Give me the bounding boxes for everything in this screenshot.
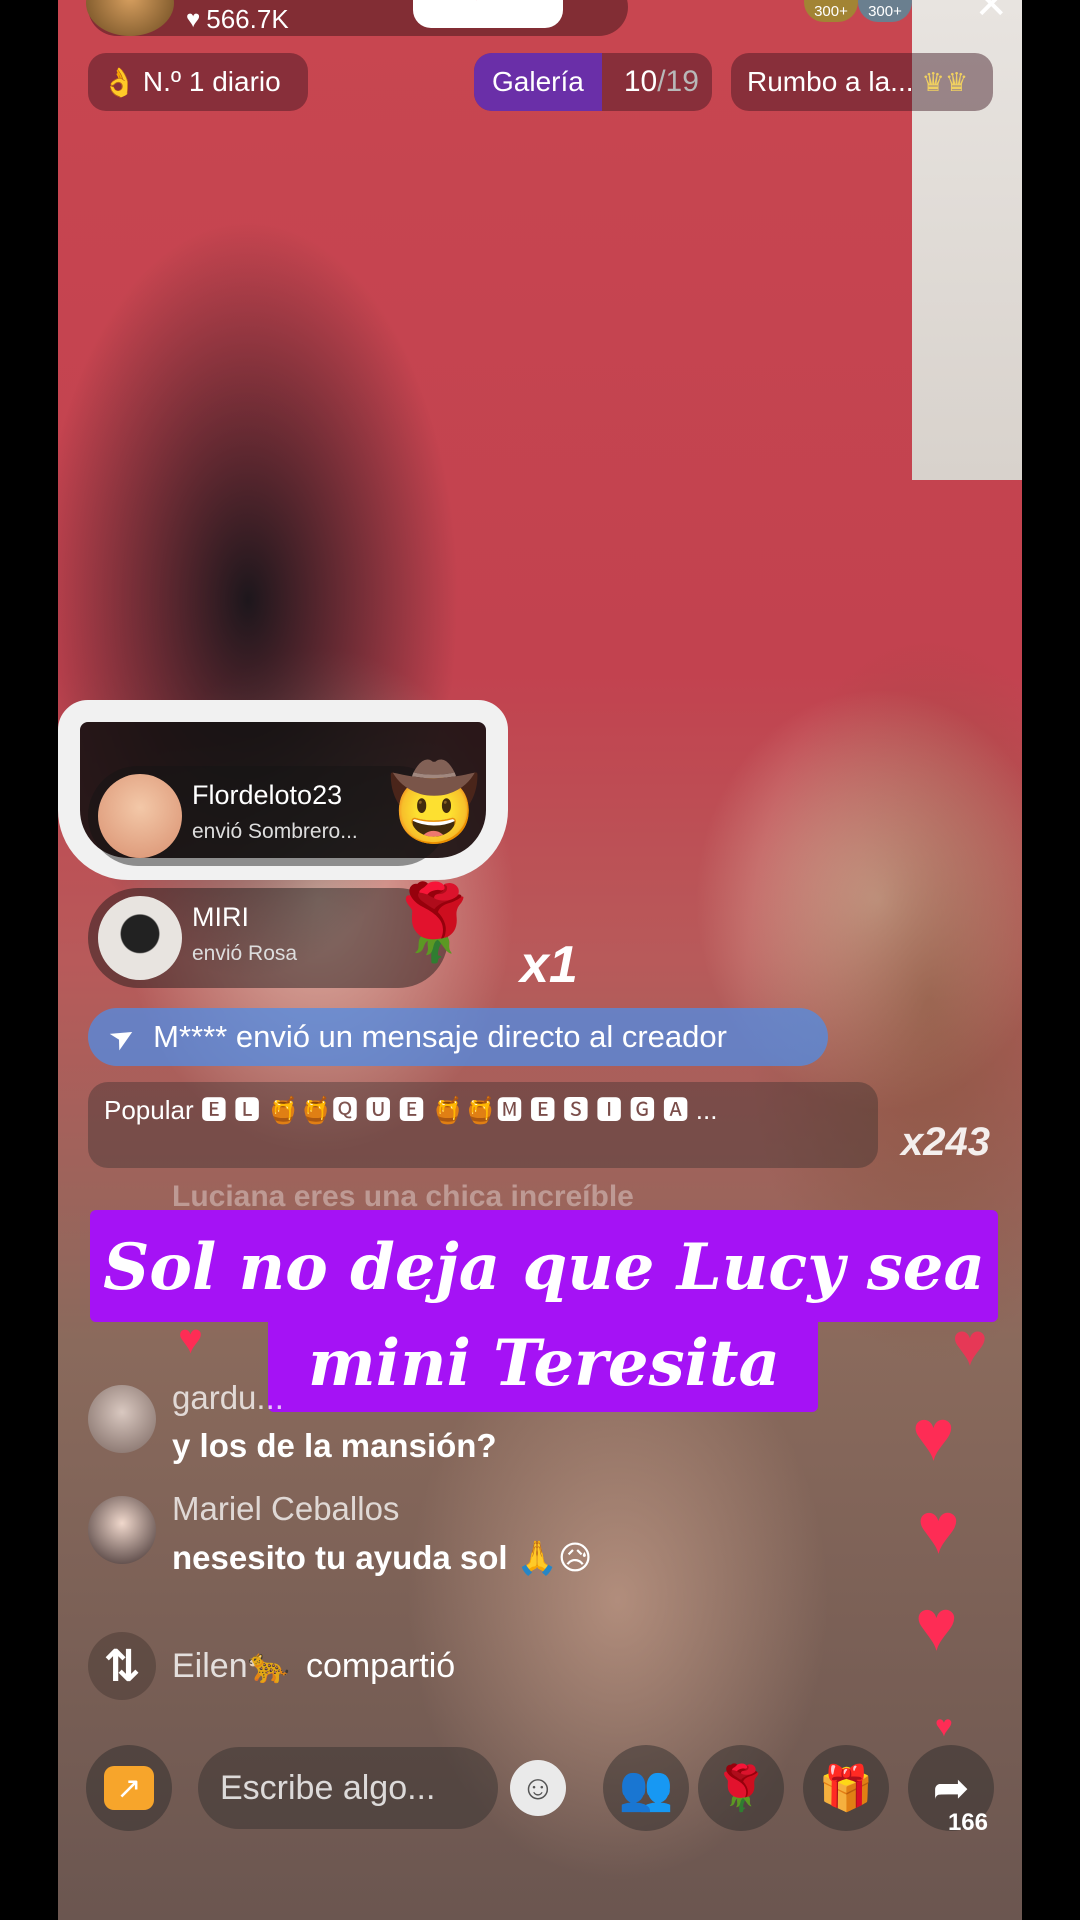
viewer-badge[interactable]: 300+ — [804, 0, 858, 22]
floating-heart-icon: ♥ — [178, 1315, 203, 1362]
gallery-chip[interactable]: Galería 10/19 — [474, 53, 712, 111]
caption-line: Sol no deja que Lucy sea — [103, 1230, 985, 1305]
comment-text: y los de la mansión? — [172, 1427, 497, 1464]
emoji-button[interactable]: ☺ — [503, 1745, 573, 1831]
paper-plane-icon: ➤ — [103, 1016, 142, 1058]
daily-rank-chip[interactable]: 👌 N.º 1 diario — [88, 53, 308, 111]
gallery-count: 10/19 — [623, 65, 699, 98]
rose-icon: 🌹 — [713, 1764, 769, 1813]
comment-user[interactable]: Mariel Ceballos — [172, 1490, 399, 1528]
heart-icon: ♥ — [186, 5, 201, 33]
gift-sender: Flordeloto23 — [192, 780, 343, 810]
rose-gift-button[interactable]: 🌹 — [698, 1745, 784, 1831]
gallery-label: Galería — [474, 53, 602, 111]
floating-heart-icon: ♥ — [915, 1586, 958, 1666]
likes-count: 566.7K — [206, 4, 289, 34]
avatar[interactable] — [98, 896, 182, 980]
popular-comment[interactable]: Popular 🅴 🅻 🍯🍯🆀 🆄 🅴 🍯🍯🅼 🅴 🆂 🅸 🅶 🅰 ... — [88, 1082, 878, 1168]
comment-input[interactable] — [198, 1747, 498, 1829]
top-bar: ♥ 566.7K ♥ 300+ 300+ ✕ — [58, 0, 1022, 40]
floating-heart-icon: ♥ — [935, 1710, 953, 1743]
share-button[interactable]: ➦ 166 — [908, 1745, 994, 1836]
hat-gift-icon: 🤠 — [388, 761, 481, 844]
crown-icon: ♛♛ — [921, 66, 969, 97]
gift-sender: MIRI — [192, 902, 249, 932]
dm-banner[interactable]: ➤ M**** envió un mensaje directo al crea… — [88, 1008, 828, 1066]
share-event: ⇅ Eilen🐆 compartió — [88, 1632, 455, 1700]
floating-heart-icon: ♥ — [912, 1396, 955, 1476]
rumbo-label: Rumbo a la... — [747, 66, 914, 97]
fire-icon: 👌 — [102, 66, 137, 98]
avatar[interactable] — [98, 774, 182, 858]
gift-combo: x1 — [520, 936, 578, 994]
comment-input-box[interactable] — [198, 1747, 498, 1829]
guests-button[interactable]: 👥 — [603, 1745, 689, 1831]
share-arrow-icon: ➦ — [932, 1763, 970, 1813]
quick-share-button[interactable]: ↗ — [86, 1745, 172, 1831]
arrow-icon: ↗ — [104, 1766, 154, 1810]
repost-icon: ⇅ — [88, 1632, 156, 1700]
comment-user[interactable]: gardu... — [172, 1379, 284, 1417]
viewer-badge[interactable]: 300+ — [858, 0, 912, 22]
like-combo: x243 — [901, 1120, 990, 1164]
avatar[interactable] — [88, 1385, 156, 1453]
gift-icon: 🎁 — [818, 1764, 874, 1813]
gift-button[interactable]: 🎁 — [803, 1745, 889, 1831]
popular-label: Popular — [104, 1095, 194, 1125]
rose-gift-icon: 🌹 — [388, 881, 481, 964]
share-action: compartió — [305, 1646, 456, 1685]
daily-rank-label: N.º 1 diario — [142, 66, 281, 97]
share-user[interactable]: Eilen🐆 — [172, 1646, 290, 1686]
faded-comment: Luciana eres una chica increíble — [172, 1180, 634, 1213]
people-icon: 👥 — [618, 1764, 674, 1813]
popular-text: 🅴 🅻 🍯🍯🆀 🆄 🅴 🍯🍯🅼 🅴 🆂 🅸 🅶 🅰 ... — [200, 1095, 718, 1125]
comment-text: nesesito tu ayuda sol 🙏😥 — [172, 1539, 593, 1576]
floating-heart-icon: ♥ — [917, 1489, 960, 1569]
dm-banner-text: M**** envió un mensaje directo al creado… — [153, 1019, 727, 1054]
avatar[interactable] — [88, 1496, 156, 1564]
top-viewers[interactable]: 300+ 300+ — [804, 0, 912, 22]
follow-button[interactable]: ♥ — [413, 0, 563, 28]
smiley-icon: ☺ — [510, 1760, 566, 1816]
bottom-bar: ↗ ☺ 👥 🌹 🎁 ➦ 166 — [58, 1745, 1022, 1836]
gift-action: envió Sombrero... — [192, 820, 358, 843]
rumbo-chip[interactable]: Rumbo a la... ♛♛ — [731, 53, 993, 111]
likes-counter: ♥ 566.7K — [186, 4, 289, 35]
floating-heart-icon: ♥ — [952, 1311, 988, 1378]
share-count: 166 — [947, 1809, 988, 1836]
follow-heart-icon: ♥ — [468, 0, 486, 8]
close-icon[interactable]: ✕ — [974, 0, 1008, 28]
gift-action: envió Rosa — [192, 942, 298, 965]
